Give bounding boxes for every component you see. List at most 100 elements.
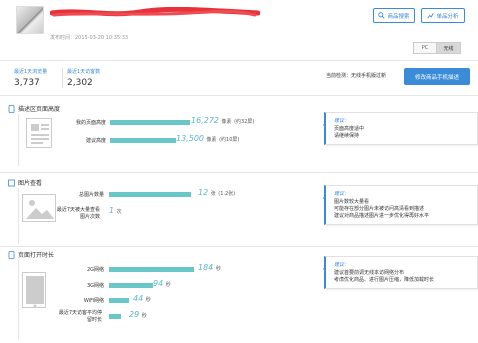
views-label: 最近1天浏览量 [14,69,48,75]
row-label: 最近7天访客平均停留时长 [58,310,102,323]
value-unit: 像素 [221,119,232,125]
views-value: 3,737 [14,78,40,88]
picture-icon [22,194,56,222]
product-header: 发布时间：2015-03-20 10:35:33 商品搜索 单品分析 PC 无线 [0,0,478,58]
suggestion-title: 建议： [334,118,350,124]
height-value-mine: 16,272 像素 (约32屏) [191,116,254,125]
section-rule [18,188,19,244]
value-unit: 秒 [145,297,151,303]
suggestion-line: 页面高度适中 [334,126,365,132]
visitors-value: 2,302 [67,78,93,88]
divider [0,246,478,247]
chart-icon [427,13,435,19]
value-number: 16,272 [191,116,219,125]
suggestion-line: 图片数较大量看 [334,199,370,205]
divider [0,172,478,173]
section-rule [18,260,19,340]
publish-time: 发布时间：2015-03-20 10:35:33 [50,35,129,41]
device-toggle: PC 无线 [413,42,461,54]
product-analysis-button[interactable]: 单品分析 [421,8,465,23]
value-number: 12 [198,188,209,197]
value-number: 44 [133,294,144,303]
redacted-product-title [50,7,260,17]
row-label: 我的页面高度 [75,120,106,126]
value-number: 184 [198,263,214,272]
product-thumbnail[interactable] [16,6,44,34]
section-rule [18,114,19,166]
search-icon [378,12,386,19]
phone-icon [8,250,15,259]
section-header: 描述区页面高度 [8,104,60,113]
image-icon [8,179,15,186]
load-bar-wifi [109,298,129,303]
view-product-button[interactable]: 商品搜索 [373,8,415,23]
value-number: 29 [129,310,140,319]
stat-separator [62,68,63,88]
suggestion-box: 建议： 页面高度适中 请继续保持 [323,112,478,145]
section-title: 描述区页面高度 [18,106,61,113]
visitors-stat: 最近1天访客数 2,302 [67,68,100,88]
value-note: (约10屏) [219,137,240,143]
height-value-suggested: 13,500 像素 (约10屏) [176,134,239,143]
value-unit: 秒 [141,313,147,319]
value-number: 94 [153,279,164,288]
divider [0,95,478,96]
stats-bar: 最近1天浏览量 3,737 最近1天访客数 2,302 当前检测：无线手机版过新… [0,62,478,92]
suggestion-line: 建议对商品描述图片进一步优化得再好水平 [334,213,430,219]
views-stat: 最近1天浏览量 3,737 [14,68,47,88]
suggestion-line: 考虑优化商品、进行图片压缩，降低加载时长 [334,277,435,283]
phone-icon [8,104,15,113]
detection-status: 当前检测：无线手机版过新 [326,73,387,79]
image-count-value: 12 张 (1.2张) [198,188,235,197]
value-unit: 次 [116,209,122,215]
section-header: 图片查看 [8,178,42,187]
value-unit: 张 [210,191,216,197]
load-bar-2g [109,267,194,272]
suggestion-box: 建议： 建议首要前调无线本访网络分布 考虑优化商品、进行图片压缩，降低加载时长 [323,256,478,289]
load-bar-3g [109,283,153,288]
suggestion-title: 建议： [334,262,350,268]
height-bar-suggested [110,138,176,143]
mobile-tab[interactable]: 无线 [437,43,460,53]
row-label: 建议高度 [85,138,106,144]
divider [0,60,478,61]
value-note: (1.2张) [218,191,236,197]
image-view-section: 图片查看 总图片数量 12 张 (1.2张) 最近7天被大量查看图片次数 1 次… [8,178,478,246]
load-value-2g: 184 秒 [198,263,221,272]
image-views-value: 1 次 [109,206,122,215]
section-title: 页面打开时长 [18,252,55,259]
suggestion-box: 建议： 图片数较大量看 可能存在部分图片未被访问高清看到描述 建议对商品描述图片… [323,185,478,225]
load-value-3g: 94 秒 [153,279,171,288]
value-note: (约32屏) [234,119,255,125]
row-label: 总图片数量 [78,192,104,198]
product-analysis-label: 单品分析 [436,13,459,20]
load-value-dwell: 29 秒 [129,310,147,319]
visitors-label: 最近1天访客数 [67,69,101,75]
pc-tab[interactable]: PC [414,43,437,53]
suggestion-line: 可能存在部分图片未被访问高清看到描述 [334,206,425,212]
view-product-label: 商品搜索 [387,13,410,20]
optimize-description-button[interactable]: 修改商品手机描述 [404,68,470,85]
row-label: 最近7天被大量查看图片次数 [56,207,100,220]
load-value-wifi: 44 秒 [133,294,151,303]
image-count-bar [109,192,191,197]
document-icon [26,118,52,148]
suggestion-line: 请继续保持 [334,133,360,139]
height-bar-mine [110,120,190,125]
value-number: 1 [109,206,115,215]
load-bar-dwell [109,314,121,319]
page-height-section: 描述区页面高度 我的页面高度 16,272 像素 (约32屏) 建议高度 13,… [8,104,478,170]
load-time-section: 页面打开时长 2G网络 184 秒 3G网络 94 秒 WiFi网络 44 秒 … [8,250,478,342]
value-unit: 秒 [165,282,171,288]
section-title: 图片查看 [18,180,43,187]
value-unit: 像素 [206,137,217,143]
row-label: 2G网络 [86,267,104,273]
suggestion-title: 建议： [334,191,350,197]
section-header: 页面打开时长 [8,250,54,259]
row-label: 3G网络 [86,283,104,289]
mobile-device-icon [22,272,46,308]
suggestion-line: 建议首要前调无线本访网络分布 [334,270,405,276]
value-number: 13,500 [176,134,204,143]
value-unit: 秒 [215,266,221,272]
row-label: WiFi网络 [83,298,104,304]
